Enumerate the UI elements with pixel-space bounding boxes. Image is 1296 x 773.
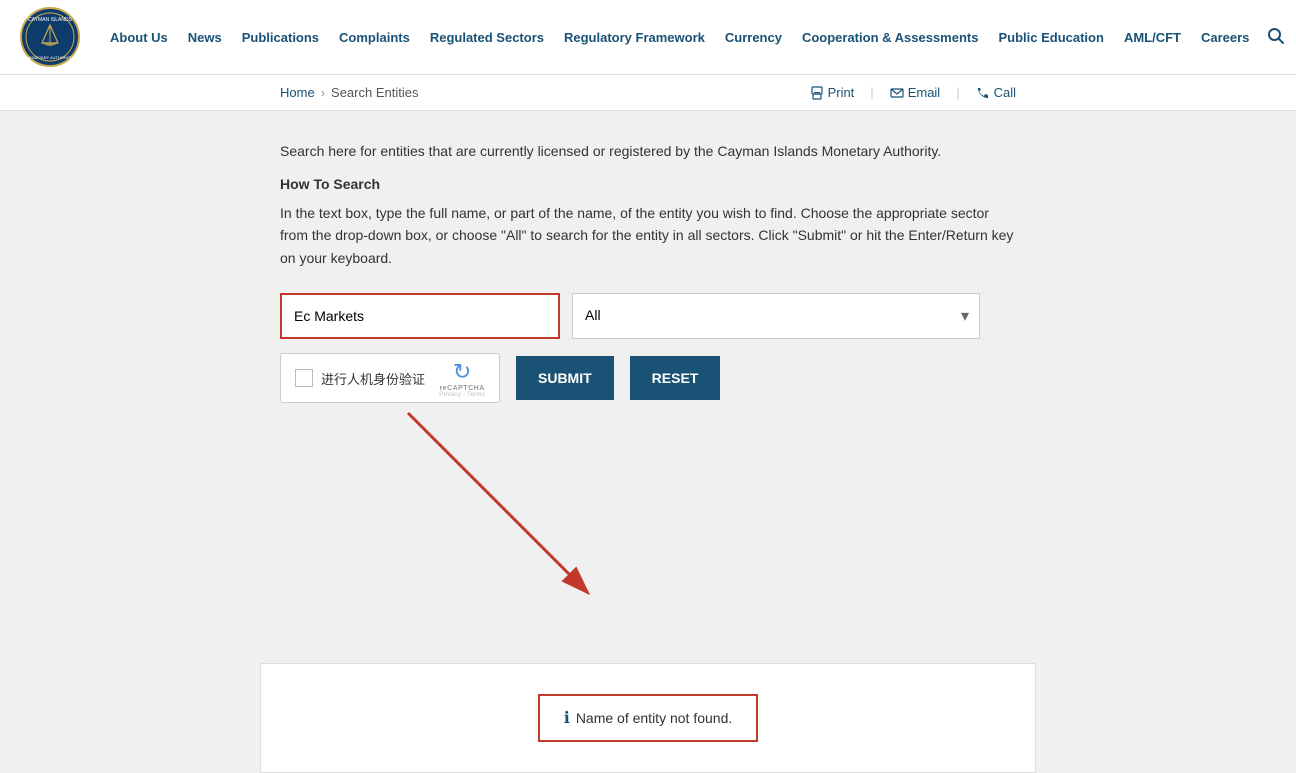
intro-text: Search here for entities that are curren… [280,141,1016,162]
main-content: Search here for entities that are curren… [0,111,1296,663]
recaptcha-sub: Privacy - Terms [439,392,485,398]
header: CAYMAN ISLANDS MONETARY AUTHORITY About … [0,0,1296,75]
nav-public-education[interactable]: Public Education [988,30,1113,45]
svg-text:CAYMAN ISLANDS: CAYMAN ISLANDS [28,17,72,23]
recaptcha-brand: reCAPTCHA [439,385,484,392]
results-section: ℹ Name of entity not found. [260,663,1036,773]
info-icon: ℹ [564,708,570,728]
email-label: Email [908,85,941,100]
breadcrumb-actions: Print | Email | Call [810,85,1016,100]
breadcrumb-home[interactable]: Home [280,85,315,100]
print-label: Print [828,85,855,100]
nav-regulated-sectors[interactable]: Regulated Sectors [420,30,554,45]
header-right: REGULATED ENTITIES [1259,22,1296,52]
nav-about-us[interactable]: About Us [100,30,178,45]
not-found-badge: ℹ Name of entity not found. [538,694,759,742]
breadcrumb-current: Search Entities [331,85,418,100]
annotation-area [280,403,1016,623]
search-icon[interactable] [1267,27,1285,48]
call-label: Call [994,85,1016,100]
instructions-text: In the text box, type the full name, or … [280,202,1016,269]
submit-button[interactable]: SUBMIT [516,356,614,400]
captcha-badge: ↻ reCAPTCHA Privacy - Terms [439,359,485,398]
search-input-wrap [280,293,560,339]
captcha-checkbox[interactable] [295,369,313,387]
divider-2: | [956,85,959,100]
nav-careers[interactable]: Careers [1191,30,1259,45]
nav-news[interactable]: News [178,30,232,45]
how-to-search-title: How To Search [280,176,1016,192]
divider-1: | [870,85,873,100]
call-action[interactable]: Call [976,85,1016,100]
svg-text:MONETARY AUTHORITY: MONETARY AUTHORITY [27,55,74,60]
nav-amlcft[interactable]: AML/CFT [1114,30,1191,45]
nav-publications[interactable]: Publications [232,30,329,45]
print-action[interactable]: Print [810,85,855,100]
search-form: All Banking Insurance Investments Fiduci… [280,293,980,403]
sector-select[interactable]: All Banking Insurance Investments Fiduci… [573,294,979,336]
nav-regulatory-framework[interactable]: Regulatory Framework [554,30,715,45]
recaptcha-icon: ↻ [453,359,471,385]
nav-currency[interactable]: Currency [715,30,792,45]
logo-area: CAYMAN ISLANDS MONETARY AUTHORITY [20,7,80,67]
breadcrumb-bar: Home › Search Entities Print | Email | C… [0,75,1296,111]
captcha-label: 进行人机身份验证 [321,369,425,388]
site-logo: CAYMAN ISLANDS MONETARY AUTHORITY [20,7,80,67]
sector-select-wrap: All Banking Insurance Investments Fiduci… [572,293,980,339]
reset-button[interactable]: RESET [630,356,721,400]
search-row: All Banking Insurance Investments Fiduci… [280,293,980,339]
nav-complaints[interactable]: Complaints [329,30,420,45]
captcha-box[interactable]: 进行人机身份验证 ↻ reCAPTCHA Privacy - Terms [280,353,500,403]
email-action[interactable]: Email [890,85,941,100]
breadcrumb-separator: › [321,85,325,100]
annotation-arrow [280,403,1016,623]
captcha-row: 进行人机身份验证 ↻ reCAPTCHA Privacy - Terms SUB… [280,353,980,403]
main-nav: About Us News Publications Complaints Re… [100,30,1259,45]
breadcrumb: Home › Search Entities [280,85,418,100]
nav-cooperation-assessments[interactable]: Cooperation & Assessments [792,30,989,45]
search-input[interactable] [282,295,558,337]
